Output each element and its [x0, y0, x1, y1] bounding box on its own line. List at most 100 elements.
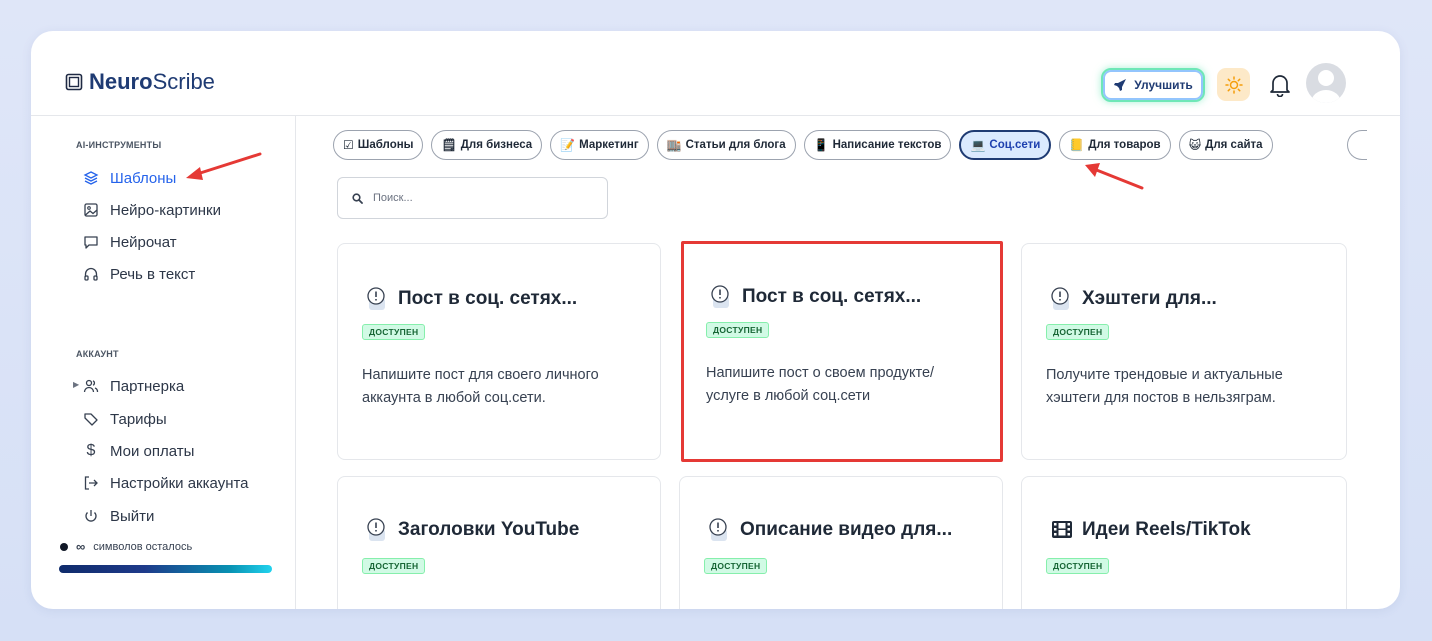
avatar[interactable] — [1306, 63, 1346, 103]
sidebar-item-neurochat[interactable]: Нейрочат — [83, 231, 177, 253]
brand-light: Scribe — [152, 69, 215, 94]
logo[interactable]: Neuro Scribe — [65, 69, 215, 95]
chat-icon — [84, 236, 98, 249]
status-badge: ДОСТУПЕН — [1046, 558, 1110, 574]
symbols-progress-bar — [59, 565, 272, 573]
notepad-icon: 🗒 — [441, 138, 457, 152]
search-icon — [352, 192, 363, 204]
cat-icon: 😺 — [1188, 138, 1202, 152]
card-title: Идеи Reels/TikTok — [1082, 519, 1251, 540]
sidebar-item-label: Тарифы — [110, 410, 167, 428]
tab-label: Для бизнеса — [460, 139, 533, 151]
status-badge: ДОСТУПЕН — [1046, 324, 1110, 340]
sidebar-item-label: Шаблоны — [110, 169, 177, 187]
template-card[interactable]: Пост в соц. сетях... ДОСТУПЕН Напишите п… — [337, 243, 661, 460]
sidebar-item-label: Выйти — [110, 507, 155, 525]
alert-icon — [711, 285, 729, 308]
status-badge: ДОСТУПЕН — [706, 322, 770, 338]
status-badge: ДОСТУПЕН — [362, 558, 426, 574]
tab-products[interactable]: 📒 Для товаров — [1059, 130, 1171, 160]
sidebar-divider — [295, 115, 296, 609]
card-title: Описание видео для... — [740, 519, 953, 540]
tab-writing[interactable]: 📱 Написание текстов — [803, 130, 952, 160]
category-tabs: ☑ Шаблоны 🗒 Для бизнеса 📝 Маркетинг 🏬 Статьи… — [333, 130, 1273, 160]
brand-bold: Neuro — [89, 69, 153, 94]
card-title-row: Заголовки YouTube — [366, 517, 579, 543]
phone-icon: 📱 — [813, 138, 829, 152]
power-icon — [85, 510, 97, 522]
tab-social[interactable]: 💻 Соц.сети — [959, 130, 1052, 160]
sidebar-item-account-settings[interactable]: Настройки аккаунта — [83, 472, 249, 494]
tab-business[interactable]: 🗒 Для бизнеса — [431, 130, 543, 160]
alert-icon — [709, 518, 727, 541]
search-input[interactable]: Поиск... — [337, 177, 608, 219]
tab-blog-articles[interactable]: 🏬 Статьи для блога — [656, 130, 796, 160]
memo-icon: 📝 — [560, 138, 576, 152]
symbols-remaining: ∞ символов осталось — [60, 539, 192, 554]
tab-label: Для сайта — [1205, 139, 1263, 151]
sidebar-item-tariffs[interactable]: Тарифы — [83, 408, 167, 430]
card-description: Получите трендовые и актуальные хэштеги … — [1046, 367, 1283, 406]
caret-right-icon: ▶ — [73, 380, 80, 389]
ledger-icon: 📒 — [1069, 138, 1085, 152]
sidebar-item-payments[interactable]: $ Мои оплаты — [83, 440, 195, 462]
sidebar-item-label: Речь в текст — [110, 265, 196, 283]
film-icon — [1052, 521, 1072, 538]
template-card[interactable]: Хэштеги для... ДОСТУПЕН Получите трендов… — [1021, 243, 1347, 460]
headphones-icon — [84, 267, 98, 281]
tag-icon — [84, 413, 98, 426]
tab-label: Для товаров — [1088, 139, 1161, 151]
card-title-row: Пост в соц. сетях... — [366, 286, 577, 312]
checkbox-icon: ☑ — [343, 138, 354, 152]
annotation-arrow-tab — [1085, 163, 1144, 190]
sidebar-item-partners[interactable]: ▶ Партнерка — [73, 375, 184, 397]
card-title: Пост в соц. сетях... — [742, 286, 922, 307]
account-section-title: АККАУНТ — [76, 349, 119, 359]
template-card[interactable]: Заголовки YouTube ДОСТУПЕН — [337, 476, 661, 609]
user-avatar-icon — [1311, 70, 1341, 103]
card-description: Напишите пост о своем продукте/ услуге в… — [706, 365, 935, 404]
image-icon — [84, 203, 98, 217]
app-window: Neuro Scribe Улучшить AI-ИНСТРУМЕНТЫ Шаб… — [31, 31, 1400, 609]
tab-label: Шаблоны — [357, 139, 414, 151]
tab-overflow[interactable] — [1347, 130, 1367, 160]
upgrade-button[interactable]: Улучшить — [1101, 68, 1205, 102]
tab-label: Маркетинг — [579, 139, 639, 151]
bell-icon[interactable] — [1269, 73, 1291, 97]
card-title-row: Пост в соц. сетях... — [710, 284, 921, 310]
card-title: Пост в соц. сетях... — [398, 288, 578, 309]
status-dot — [60, 542, 68, 551]
search-placeholder: Поиск... — [373, 192, 413, 204]
sidebar-item-neuro-images[interactable]: Нейро-картинки — [83, 199, 221, 221]
tab-label: Статьи для блога — [685, 139, 786, 151]
alert-icon — [367, 287, 385, 310]
card-title-row: Хэштеги для... — [1050, 286, 1217, 312]
dollar-icon: $ — [86, 442, 96, 459]
tab-label: Соц.сети — [989, 139, 1041, 151]
template-card-highlighted[interactable]: Пост в соц. сетях... ДОСТУПЕН Напишите п… — [681, 241, 1003, 462]
sidebar-item-label: Мои оплаты — [110, 442, 195, 460]
tab-templates[interactable]: ☑ Шаблоны — [333, 130, 424, 160]
infinity-symbol: ∞ — [76, 539, 86, 554]
card-description: Напишите пост для своего личного аккаунт… — [362, 367, 599, 406]
sidebar-item-logout[interactable]: Выйти — [83, 505, 154, 527]
book-icon — [65, 73, 83, 91]
template-card[interactable]: Описание видео для... ДОСТУПЕН — [679, 476, 1003, 609]
store-icon: 🏬 — [666, 138, 682, 152]
tab-website[interactable]: 😺 Для сайта — [1178, 130, 1273, 160]
layers-icon — [83, 171, 99, 185]
template-card[interactable]: Идеи Reels/TikTok ДОСТУПЕН — [1021, 476, 1347, 609]
alert-icon — [1051, 287, 1069, 310]
ai-tools-section-title: AI-ИНСТРУМЕНТЫ — [76, 140, 162, 150]
theme-toggle-button[interactable] — [1217, 68, 1250, 101]
card-title-row: Описание видео для... — [708, 517, 952, 543]
rocket-icon — [1114, 79, 1127, 91]
sidebar-item-speech-to-text[interactable]: Речь в текст — [83, 263, 195, 285]
card-title: Хэштеги для... — [1082, 288, 1217, 309]
status-badge: ДОСТУПЕН — [362, 324, 426, 340]
symbols-label: символов осталось — [93, 540, 193, 553]
sidebar-item-label: Нейро-картинки — [110, 201, 221, 219]
tab-marketing[interactable]: 📝 Маркетинг — [550, 130, 649, 160]
sidebar-item-templates[interactable]: Шаблоны — [83, 167, 176, 189]
upgrade-label: Улучшить — [1134, 78, 1193, 92]
